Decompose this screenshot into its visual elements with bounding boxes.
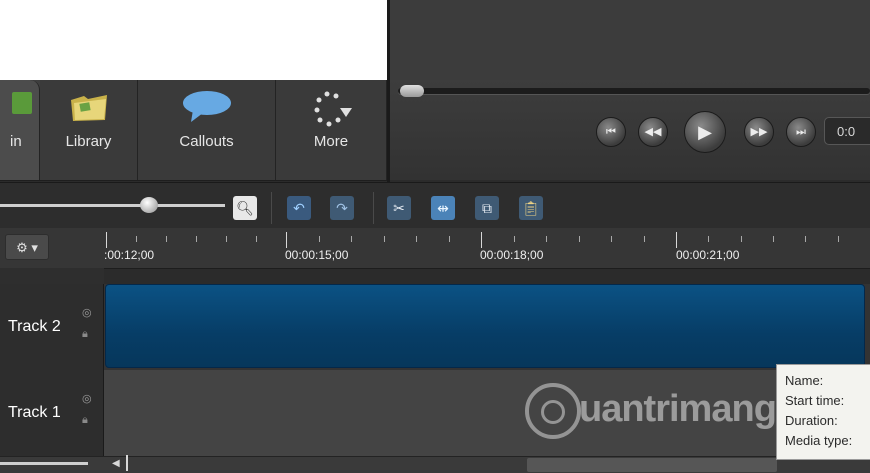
ruler-minor-tick xyxy=(166,236,167,242)
tab-library-label: Library xyxy=(65,133,112,150)
scrollbar-thumb[interactable] xyxy=(527,458,777,472)
split-icon: ⇹ xyxy=(437,199,449,216)
tooltip-start-time-line: Start time: xyxy=(785,393,845,408)
redo-icon: ↷ xyxy=(336,199,348,216)
zoom-icon: 🔍︎ xyxy=(236,199,254,216)
tab-more[interactable]: More xyxy=(276,80,387,180)
ruler-minor-tick xyxy=(351,236,352,242)
skip-back-button[interactable]: ⏮ xyxy=(596,117,626,147)
ruler-major-tick xyxy=(676,232,677,248)
watermark-text: uantrimang xyxy=(579,388,777,430)
library-folder-icon xyxy=(68,90,110,129)
tab-more-label: More xyxy=(313,133,349,150)
ruler-minor-tick xyxy=(256,236,257,242)
ruler-minor-tick xyxy=(741,236,742,242)
watermark-bulb-icon xyxy=(525,383,581,439)
ruler-major-tick xyxy=(481,232,482,248)
track-header[interactable]: Track 1 ◎ 🔒︎ xyxy=(0,370,104,456)
split-button[interactable]: ⇹ xyxy=(431,196,455,220)
ruler-minor-tick xyxy=(838,236,839,242)
cut-button[interactable]: ✂ xyxy=(387,196,411,220)
ruler-minor-tick xyxy=(196,236,197,242)
ruler-label: 00:00:15;00 xyxy=(285,248,349,262)
ruler-minor-tick xyxy=(773,236,774,242)
tab-callouts[interactable]: Callouts xyxy=(138,80,276,180)
ruler-minor-tick xyxy=(546,236,547,242)
more-dots-icon xyxy=(309,90,353,135)
playback-scrubber-handle[interactable] xyxy=(400,85,424,97)
tools-tab-bar: in Library Callouts More xyxy=(0,80,387,181)
ruler-minor-tick xyxy=(708,236,709,242)
tab-library[interactable]: Library xyxy=(40,80,138,180)
tab-clip-bin[interactable]: in xyxy=(0,80,40,180)
undo-button[interactable]: ↶ xyxy=(287,196,311,220)
tooltip-media-type-line: Media type: xyxy=(785,433,853,448)
skip-forward-button[interactable]: ⏭ xyxy=(786,117,816,147)
track-header[interactable]: Track 2 ◎ 🔒︎ xyxy=(0,284,104,370)
media-clip[interactable] xyxy=(105,284,865,368)
copy-icon: ⧉ xyxy=(482,199,492,216)
track-visibility-icon[interactable]: ◎ xyxy=(82,392,92,405)
playback-scrubber-track[interactable] xyxy=(398,88,870,94)
ruler-minor-tick xyxy=(136,236,137,242)
gear-icon: ⚙ ▾ xyxy=(16,240,38,255)
track-header-spacer xyxy=(0,268,104,284)
ruler-minor-tick xyxy=(416,236,417,242)
rewind-icon: ◀◀ xyxy=(644,126,662,138)
paste-icon: 📋︎ xyxy=(522,199,540,216)
watermark-logo: uantrimang xyxy=(525,380,785,450)
track-lock-icon[interactable]: 🔒︎ xyxy=(82,414,88,427)
track-name: Track 2 xyxy=(8,318,61,335)
ruler-minor-tick xyxy=(514,236,515,242)
ruler-minor-tick xyxy=(579,236,580,242)
preview-canvas xyxy=(390,0,870,80)
ruler-label: 00:00:18;00 xyxy=(480,248,544,262)
rewind-button[interactable]: ◀◀ xyxy=(638,117,668,147)
ruler-minor-tick xyxy=(319,236,320,242)
copy-button[interactable]: ⧉ xyxy=(475,196,499,220)
track-visibility-icon[interactable]: ◎ xyxy=(82,306,92,319)
ruler-minor-tick xyxy=(611,236,612,242)
undo-icon: ↶ xyxy=(293,199,305,216)
redo-button[interactable]: ↷ xyxy=(330,196,354,220)
ruler-label: :00:12;00 xyxy=(104,248,155,262)
toolbar-divider xyxy=(271,192,272,224)
clip-info-tooltip: Name: Start time: Duration: Media type: xyxy=(776,364,870,460)
tab-clip-bin-label: in xyxy=(10,133,22,150)
playhead-marker[interactable] xyxy=(126,455,128,471)
play-button[interactable]: ▶ xyxy=(684,111,726,153)
ruler-minor-tick xyxy=(384,236,385,242)
tab-callouts-label: Callouts xyxy=(179,133,234,150)
toolbar-divider xyxy=(373,192,374,224)
ruler-minor-tick xyxy=(449,236,450,242)
track-header-resize-handle[interactable] xyxy=(0,462,88,465)
tooltip-duration-line: Duration: xyxy=(785,413,838,428)
zoom-button[interactable]: 🔍︎ xyxy=(233,196,257,220)
clip-bin-content xyxy=(0,0,387,80)
callout-bubble-icon xyxy=(181,90,233,129)
zoom-slider-track[interactable] xyxy=(0,204,225,207)
fast-forward-icon: ▶▶ xyxy=(750,126,768,138)
scroll-left-arrow-icon[interactable]: ◀ xyxy=(112,458,120,469)
ruler-major-tick xyxy=(286,232,287,248)
cut-icon: ✂ xyxy=(393,199,405,216)
ruler-minor-tick xyxy=(226,236,227,242)
time-display: 0:0 xyxy=(824,117,870,145)
ruler-major-tick xyxy=(106,232,107,248)
fast-forward-button[interactable]: ▶▶ xyxy=(744,117,774,147)
track-lock-icon[interactable]: 🔒︎ xyxy=(82,328,88,341)
track-name: Track 1 xyxy=(8,404,61,421)
tooltip-name-line: Name: xyxy=(785,373,824,388)
skip-forward-icon: ⏭ xyxy=(796,126,806,138)
ruler-label: 00:00:21;00 xyxy=(676,248,740,262)
zoom-slider-handle[interactable] xyxy=(140,197,158,213)
ruler-minor-tick xyxy=(805,236,806,242)
paste-button[interactable]: 📋︎ xyxy=(519,196,543,220)
clip-bin-icon xyxy=(12,88,32,121)
timeline-settings-button[interactable]: ⚙ ▾ xyxy=(5,234,49,260)
skip-back-icon: ⏮ xyxy=(606,126,616,138)
play-icon: ▶ xyxy=(698,122,712,142)
ruler-minor-tick xyxy=(644,236,645,242)
